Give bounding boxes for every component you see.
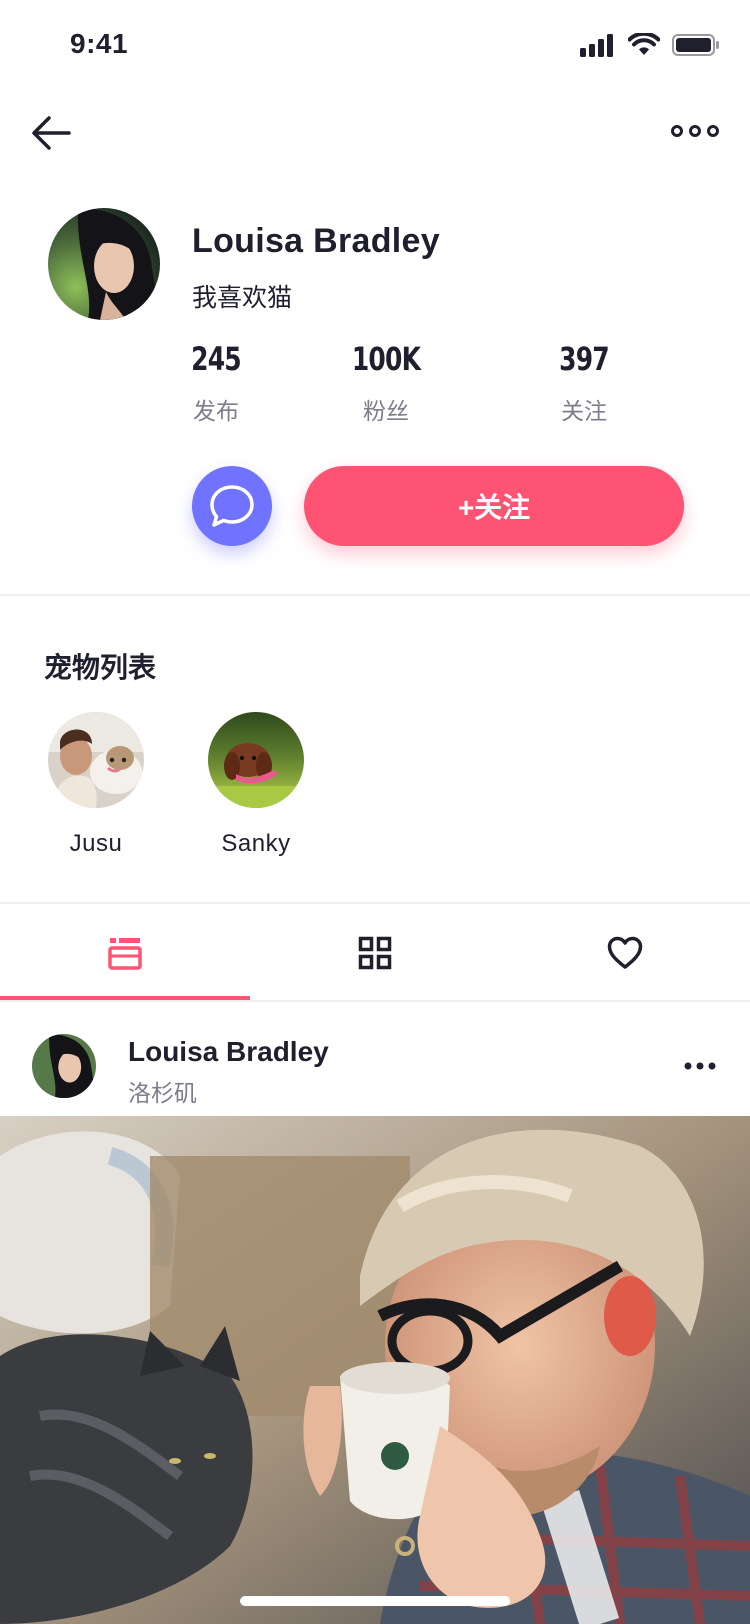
post-author-name[interactable]: Louisa Bradley [128,1036,329,1068]
stat-label: 关注 [561,398,607,424]
stat-value: 397 [559,340,610,378]
follow-button[interactable]: +关注 [304,466,684,546]
more-horizontal-icon [671,125,719,137]
pet-item[interactable]: Sanky [176,712,336,858]
wifi-icon [628,33,660,55]
stat-value: 100K [351,340,421,378]
profile-name: Louisa Bradley [192,222,440,260]
pet-name: Jusu [69,830,123,857]
message-button[interactable] [192,466,272,546]
status-icons [580,30,720,60]
section-divider [0,902,750,904]
stat-label: 粉丝 [363,398,409,424]
grid-icon [358,936,392,970]
chat-bubble-icon [210,485,254,527]
arrow-left-icon [32,116,71,150]
battery-icon [672,34,719,56]
back-button[interactable] [26,108,76,158]
status-time: 9:41 [70,28,129,59]
pet-item[interactable]: Jusu [16,712,176,858]
stat-posts[interactable]: 245 发布 [146,340,286,426]
tabs-divider [0,1000,750,1002]
pet-avatar [208,712,304,808]
stat-followers[interactable]: 100K 粉丝 [316,340,456,426]
pets-section-title: 宠物列表 [44,652,157,683]
stat-label: 发布 [193,398,239,424]
signal-icon [580,34,613,57]
feed-card-icon [108,938,142,970]
post-photo[interactable] [0,1116,750,1624]
profile-bio: 我喜欢猫 [192,284,293,312]
stat-following[interactable]: 397 关注 [514,340,654,426]
more-horizontal-icon [684,1062,716,1070]
tab-favorites[interactable] [500,905,750,1001]
stat-value: 245 [191,340,242,378]
pet-avatar [48,712,144,808]
post-author-avatar[interactable] [32,1034,96,1098]
tab-grid[interactable] [250,905,500,1001]
post-location: 洛杉矶 [128,1080,197,1106]
pet-name: Sanky [221,830,291,857]
more-options-button[interactable] [670,116,720,146]
heart-icon [607,936,643,969]
profile-avatar[interactable] [48,208,160,320]
home-indicator [240,1596,510,1606]
tab-feed[interactable] [0,905,250,1001]
section-divider [0,594,750,596]
post-more-button[interactable] [680,1056,720,1076]
